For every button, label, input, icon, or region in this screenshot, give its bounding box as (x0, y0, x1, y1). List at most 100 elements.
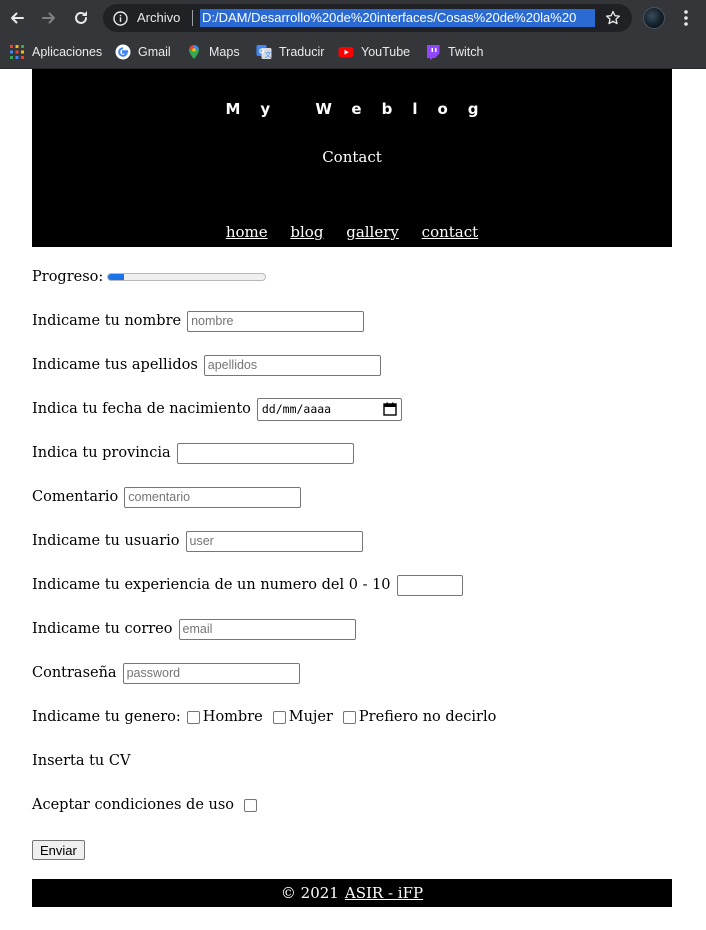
genero-label: Indicame tu genero: (32, 709, 181, 725)
twitch-icon (425, 44, 441, 61)
reload-button[interactable] (69, 6, 93, 30)
progress-row: Progreso: (32, 265, 267, 289)
url-text[interactable]: D:/DAM/Desarrollo%20de%20interfaces/Cosa… (200, 9, 595, 27)
fecha-label: Indica tu fecha de nacimiento (32, 401, 251, 417)
genero-option-mujer[interactable]: Mujer (272, 709, 333, 725)
youtube-icon (338, 44, 354, 60)
info-icon[interactable] (113, 11, 128, 26)
usuario-placeholder: user (189, 534, 214, 548)
experiencia-row: Indicame tu experiencia de un numero del… (32, 573, 463, 597)
bookmark-twitch[interactable]: Twitch (425, 41, 483, 63)
bookmark-maps[interactable]: Maps (186, 41, 240, 63)
bookmark-label: Maps (209, 45, 240, 59)
condiciones-checkbox[interactable] (244, 798, 258, 812)
provincia-label: Indica tu provincia (32, 445, 171, 461)
site-brand: My Weblog (225, 100, 499, 118)
browser-toolbar: Archivo D:/DAM/Desarrollo%20de%20interfa… (0, 0, 706, 36)
correo-label: Indicame tu correo (32, 621, 173, 637)
web-page: My Weblog Contact home blog gallery cont… (0, 69, 706, 930)
genero-row: Indicame tu genero: Hombre Mujer Prefier… (32, 705, 506, 729)
google-icon (115, 44, 131, 60)
progress-fill (108, 274, 124, 280)
maps-pin-icon (186, 44, 202, 60)
nav-link-blog[interactable]: blog (290, 223, 323, 241)
usuario-input[interactable]: user (185, 530, 363, 552)
genero-option-hombre[interactable]: Hombre (186, 709, 263, 725)
hombre-label: Hombre (202, 709, 263, 725)
footer-copyright: © 2021 (280, 884, 339, 902)
bookmark-youtube[interactable]: YouTube (338, 41, 410, 63)
mujer-checkbox[interactable] (272, 710, 286, 724)
nombre-row: Indicame tu nombre nombre (32, 309, 365, 333)
svg-text:文: 文 (265, 50, 272, 59)
fecha-placeholder: dd/mm/aaaa (261, 402, 332, 416)
address-bar[interactable]: Archivo D:/DAM/Desarrollo%20de%20interfa… (103, 4, 632, 32)
bookmark-label: Traducir (279, 45, 325, 59)
arrow-right-icon (42, 12, 55, 24)
genero-option-prefiero[interactable]: Prefiero no decirlo (342, 709, 497, 725)
comentario-placeholder: comentario (128, 490, 191, 504)
correo-input[interactable]: email (178, 618, 356, 640)
kebab-menu-icon[interactable] (678, 8, 694, 28)
apps-grid-icon (9, 44, 25, 60)
nav-link-contact[interactable]: contact (422, 223, 479, 241)
cv-row: Inserta tu CV (32, 749, 136, 773)
nombre-label: Indicame tu nombre (32, 313, 182, 329)
bookmark-label: Twitch (448, 45, 484, 59)
address-divider (192, 10, 193, 26)
profile-avatar[interactable] (643, 7, 665, 29)
mujer-label: Mujer (288, 709, 333, 725)
password-input[interactable]: password (122, 662, 300, 684)
calendar-icon[interactable] (383, 402, 397, 416)
star-icon[interactable] (605, 10, 621, 26)
usuario-label: Indicame tu usuario (32, 533, 180, 549)
hombre-checkbox[interactable] (186, 710, 200, 724)
footer-link[interactable]: ASIR - iFP (345, 884, 423, 902)
scheme-label: Archivo (137, 10, 181, 25)
password-placeholder: password (126, 666, 181, 680)
bookmark-label: Aplicaciones (32, 45, 103, 59)
bookmark-label: YouTube (361, 45, 411, 59)
bookmark-label: Gmail (138, 45, 171, 59)
apellidos-placeholder: apellidos (207, 358, 258, 372)
nav-link-home[interactable]: home (226, 223, 268, 241)
progress-bar (107, 273, 267, 281)
site-footer: © 2021 ASIR - iFP (32, 879, 672, 907)
submit-button[interactable]: Enviar (32, 840, 85, 860)
provincia-input[interactable] (176, 442, 354, 464)
apellidos-label: Indicame tus apellidos (32, 357, 198, 373)
nav-link-gallery[interactable]: gallery (346, 223, 399, 241)
bookmark-aplicaciones[interactable]: Aplicaciones (9, 41, 102, 63)
progress-label: Progreso: (32, 269, 104, 285)
condiciones-row: Aceptar condiciones de uso (32, 793, 260, 817)
password-row: Contraseña password (32, 661, 300, 685)
reload-icon (75, 11, 87, 24)
password-label: Contraseña (32, 665, 117, 681)
arrow-left-icon (11, 12, 24, 24)
comentario-label: Comentario (32, 489, 119, 505)
translate-icon: G 文 (256, 44, 272, 60)
site-header: My Weblog Contact home blog gallery cont… (32, 69, 672, 247)
correo-placeholder: email (182, 622, 213, 636)
bookmarks-bar: Aplicaciones Gmail Maps G 文 Traducir You… (0, 36, 706, 69)
cv-label: Inserta tu CV (32, 753, 131, 769)
experiencia-number-input[interactable] (396, 574, 463, 596)
nombre-input[interactable]: nombre (187, 310, 365, 332)
nombre-placeholder: nombre (191, 314, 234, 328)
fecha-input[interactable]: dd/mm/aaaa (256, 397, 402, 421)
usuario-row: Indicame tu usuario user (32, 529, 363, 553)
comentario-input[interactable]: comentario (124, 486, 302, 508)
site-nav: home blog gallery contact (32, 223, 672, 241)
fecha-row: Indica tu fecha de nacimiento dd/mm/aaaa (32, 397, 402, 421)
apellidos-input[interactable]: apellidos (203, 354, 381, 376)
apellidos-row: Indicame tus apellidos apellidos (32, 353, 381, 377)
prefiero-checkbox[interactable] (342, 710, 356, 724)
bookmark-gmail[interactable]: Gmail (115, 41, 171, 63)
condiciones-label: Aceptar condiciones de uso (32, 797, 235, 813)
forward-button[interactable] (37, 6, 61, 30)
back-button[interactable] (5, 6, 29, 30)
bookmark-traducir[interactable]: G 文 Traducir (256, 41, 324, 63)
comentario-row: Comentario comentario (32, 485, 302, 509)
prefiero-label: Prefiero no decirlo (358, 709, 497, 725)
experiencia-label: Indicame tu experiencia de un numero del… (32, 577, 391, 593)
